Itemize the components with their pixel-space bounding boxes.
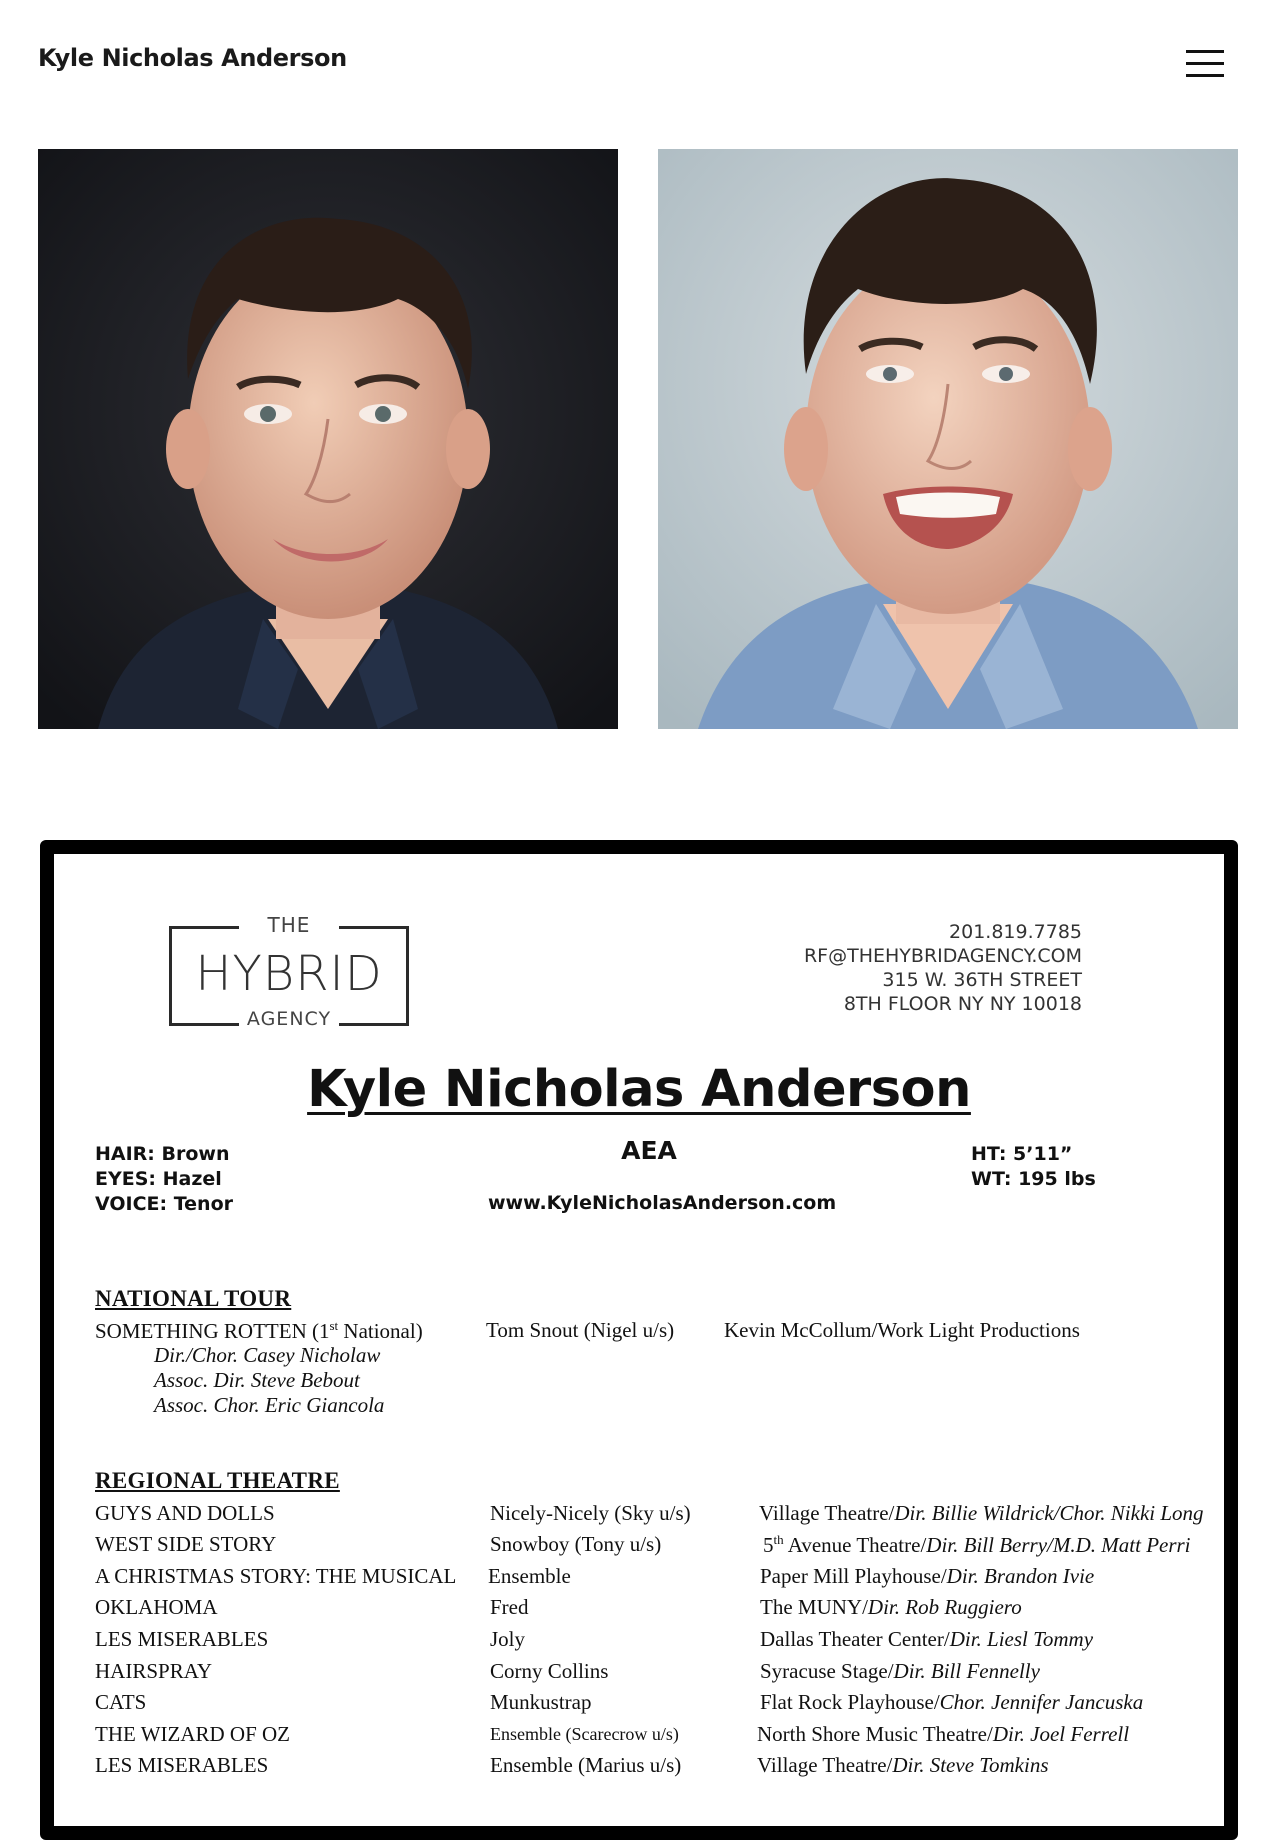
regional-show: OKLAHOMA [95,1595,218,1619]
regional-role: Ensemble [488,1564,571,1588]
tour-show-sup: st [329,1318,339,1333]
regional-venue: Village Theatre/Dir. Billie Wildrick/Cho… [759,1501,1204,1526]
venue-credit: Dir. Billie Wildrick/Chor. Nikki Long [894,1501,1204,1525]
site-title-link[interactable]: Kyle Nicholas Anderson [38,44,347,72]
tour-credit: Assoc. Chor. Eric Giancola [154,1393,385,1417]
logo-bottom-text: AGENCY [239,1008,339,1030]
regional-show: THE WIZARD OF OZ [95,1722,291,1746]
regional-show: LES MISERABLES [95,1627,269,1651]
agency-address-line2: 8TH FLOOR NY NY 10018 [843,993,1082,1015]
agency-logo: HYBRID THE AGENCY [169,910,415,1030]
physical-stats-right: HT: 5’11” WT: 195 lbs [971,1142,1096,1192]
regional-role: Fred [490,1595,529,1619]
regional-role: Ensemble (Scarecrow u/s) [490,1724,679,1744]
voice-stat: VOICE: Tenor [95,1193,234,1215]
venue-credit: Dir. Joel Ferrell [992,1722,1130,1746]
regional-row: THE WIZARD OF OZ Ensemble (Scarecrow u/s… [95,1722,1224,1752]
venue-credit: Dir. Bill Berry/M.D. Matt Perri [926,1533,1191,1557]
menu-bar [1186,50,1224,53]
regional-role: Ensemble (Marius u/s) [490,1753,682,1777]
regional-row: GUYS AND DOLLS Nicely-Nicely (Sky u/s) V… [95,1501,1224,1531]
regional-show: A CHRISTMAS STORY: THE MUSICAL [95,1564,457,1588]
regional-role: Snowboy (Tony u/s) [490,1532,662,1556]
tour-role: Tom Snout (Nigel u/s) [486,1318,675,1342]
regional-venue: The MUNY/Dir. Rob Ruggiero [760,1595,1022,1620]
logo-main-text: HYBRID [195,946,383,1002]
regional-role: Corny Collins [490,1659,609,1683]
agency-phone: 201.819.7785 [949,921,1082,943]
regional-row: CATS Munkustrap Flat Rock Playhouse/Chor… [95,1690,1224,1720]
resume-document: HYBRID THE AGENCY 201.819.7785 RF@THEHYB… [54,854,1224,1792]
regional-row: LES MISERABLES Ensemble (Marius u/s) Vil… [95,1753,1224,1783]
venue-name: The MUNY/ [760,1595,868,1619]
regional-venue: Syracuse Stage/Dir. Bill Fennelly [760,1659,1040,1684]
regional-row: OKLAHOMA Fred The MUNY/Dir. Rob Ruggiero [95,1595,1224,1625]
venue-name: Avenue Theatre/ [783,1533,927,1557]
tour-show-text: SOMETHING ROTTEN (1 [95,1319,330,1343]
site-header: Kyle Nicholas Anderson [0,0,1280,124]
venue-name: Village Theatre/ [757,1753,893,1777]
agency-address-line1: 315 W. 36TH STREET [882,969,1082,991]
venue-number: 5 [763,1533,774,1557]
venue-name: Syracuse Stage/ [760,1659,894,1683]
venue-credit: Dir. Bill Fennelly [893,1659,1040,1683]
eyes-stat: EYES: Hazel [95,1168,222,1190]
menu-bar [1186,74,1224,77]
venue-name: North Shore Music Theatre/ [757,1722,993,1746]
regional-role: Munkustrap [490,1690,592,1714]
tour-venue: Kevin McCollum/Work Light Productions [724,1318,1080,1342]
agency-contact-block: 201.819.7785 RF@THEHYBRIDAGENCY.COM 315 … [804,920,1082,1016]
venue-sup: th [773,1532,784,1547]
regional-show: LES MISERABLES [95,1753,269,1777]
regional-row: HAIRSPRAY Corny Collins Syracuse Stage/D… [95,1659,1224,1689]
menu-bar [1186,62,1224,65]
regional-role: Joly [490,1627,526,1651]
tour-credit: Dir./Chor. Casey Nicholaw [154,1343,381,1367]
venue-name: Dallas Theater Center/ [760,1627,950,1651]
weight-stat: WT: 195 lbs [971,1168,1096,1190]
venue-credit: Dir. Brandon Ivie [946,1564,1095,1588]
tour-credit: Assoc. Dir. Steve Bebout [154,1368,360,1392]
regional-row: WEST SIDE STORY Snowboy (Tony u/s) 5th A… [95,1532,1224,1562]
venue-name: Paper Mill Playhouse/ [760,1564,947,1588]
regional-show: CATS [95,1690,147,1714]
regional-show: HAIRSPRAY [95,1659,213,1683]
section-heading-regional-theatre: REGIONAL THEATRE [95,1468,340,1493]
hamburger-menu-icon[interactable] [1186,50,1224,78]
venue-credit: Dir. Liesl Tommy [949,1627,1094,1651]
regional-show: WEST SIDE STORY [95,1532,277,1556]
resume-name-heading: Kyle Nicholas Anderson [307,1060,971,1119]
regional-row: LES MISERABLES Joly Dallas Theater Cente… [95,1627,1224,1657]
actor-website: www.KyleNicholasAnderson.com [488,1192,837,1214]
headshot-photo-dark[interactable] [38,149,618,729]
headshot-photo-light[interactable] [658,149,1238,729]
venue-credit: Chor. Jennifer Jancuska [939,1690,1144,1714]
regional-venue: Village Theatre/Dir. Steve Tomkins [757,1753,1049,1778]
logo-top-text: THE [239,913,339,937]
regional-row: A CHRISTMAS STORY: THE MUSICAL Ensemble … [95,1564,1224,1594]
section-heading-national-tour: NATIONAL TOUR [95,1286,292,1311]
tour-show: SOMETHING ROTTEN (1st National) [95,1318,423,1344]
height-stat: HT: 5’11” [971,1143,1073,1165]
regional-role: Nicely-Nicely (Sky u/s) [490,1501,691,1525]
tour-show-text-end: National) [338,1319,423,1343]
venue-name: Village Theatre/ [759,1501,895,1525]
regional-venue: North Shore Music Theatre/Dir. Joel Ferr… [757,1722,1129,1747]
agency-email: RF@THEHYBRIDAGENCY.COM [803,945,1082,967]
venue-name: Flat Rock Playhouse/ [760,1690,940,1714]
venue-credit: Dir. Rob Ruggiero [867,1595,1022,1619]
regional-show: GUYS AND DOLLS [95,1501,275,1525]
regional-venue: 5th Avenue Theatre/Dir. Bill Berry/M.D. … [763,1532,1191,1558]
regional-venue: Dallas Theater Center/Dir. Liesl Tommy [760,1627,1093,1652]
venue-credit: Dir. Steve Tomkins [892,1753,1049,1777]
regional-venue: Paper Mill Playhouse/Dir. Brandon Ivie [760,1564,1094,1589]
regional-venue: Flat Rock Playhouse/Chor. Jennifer Jancu… [760,1690,1143,1715]
